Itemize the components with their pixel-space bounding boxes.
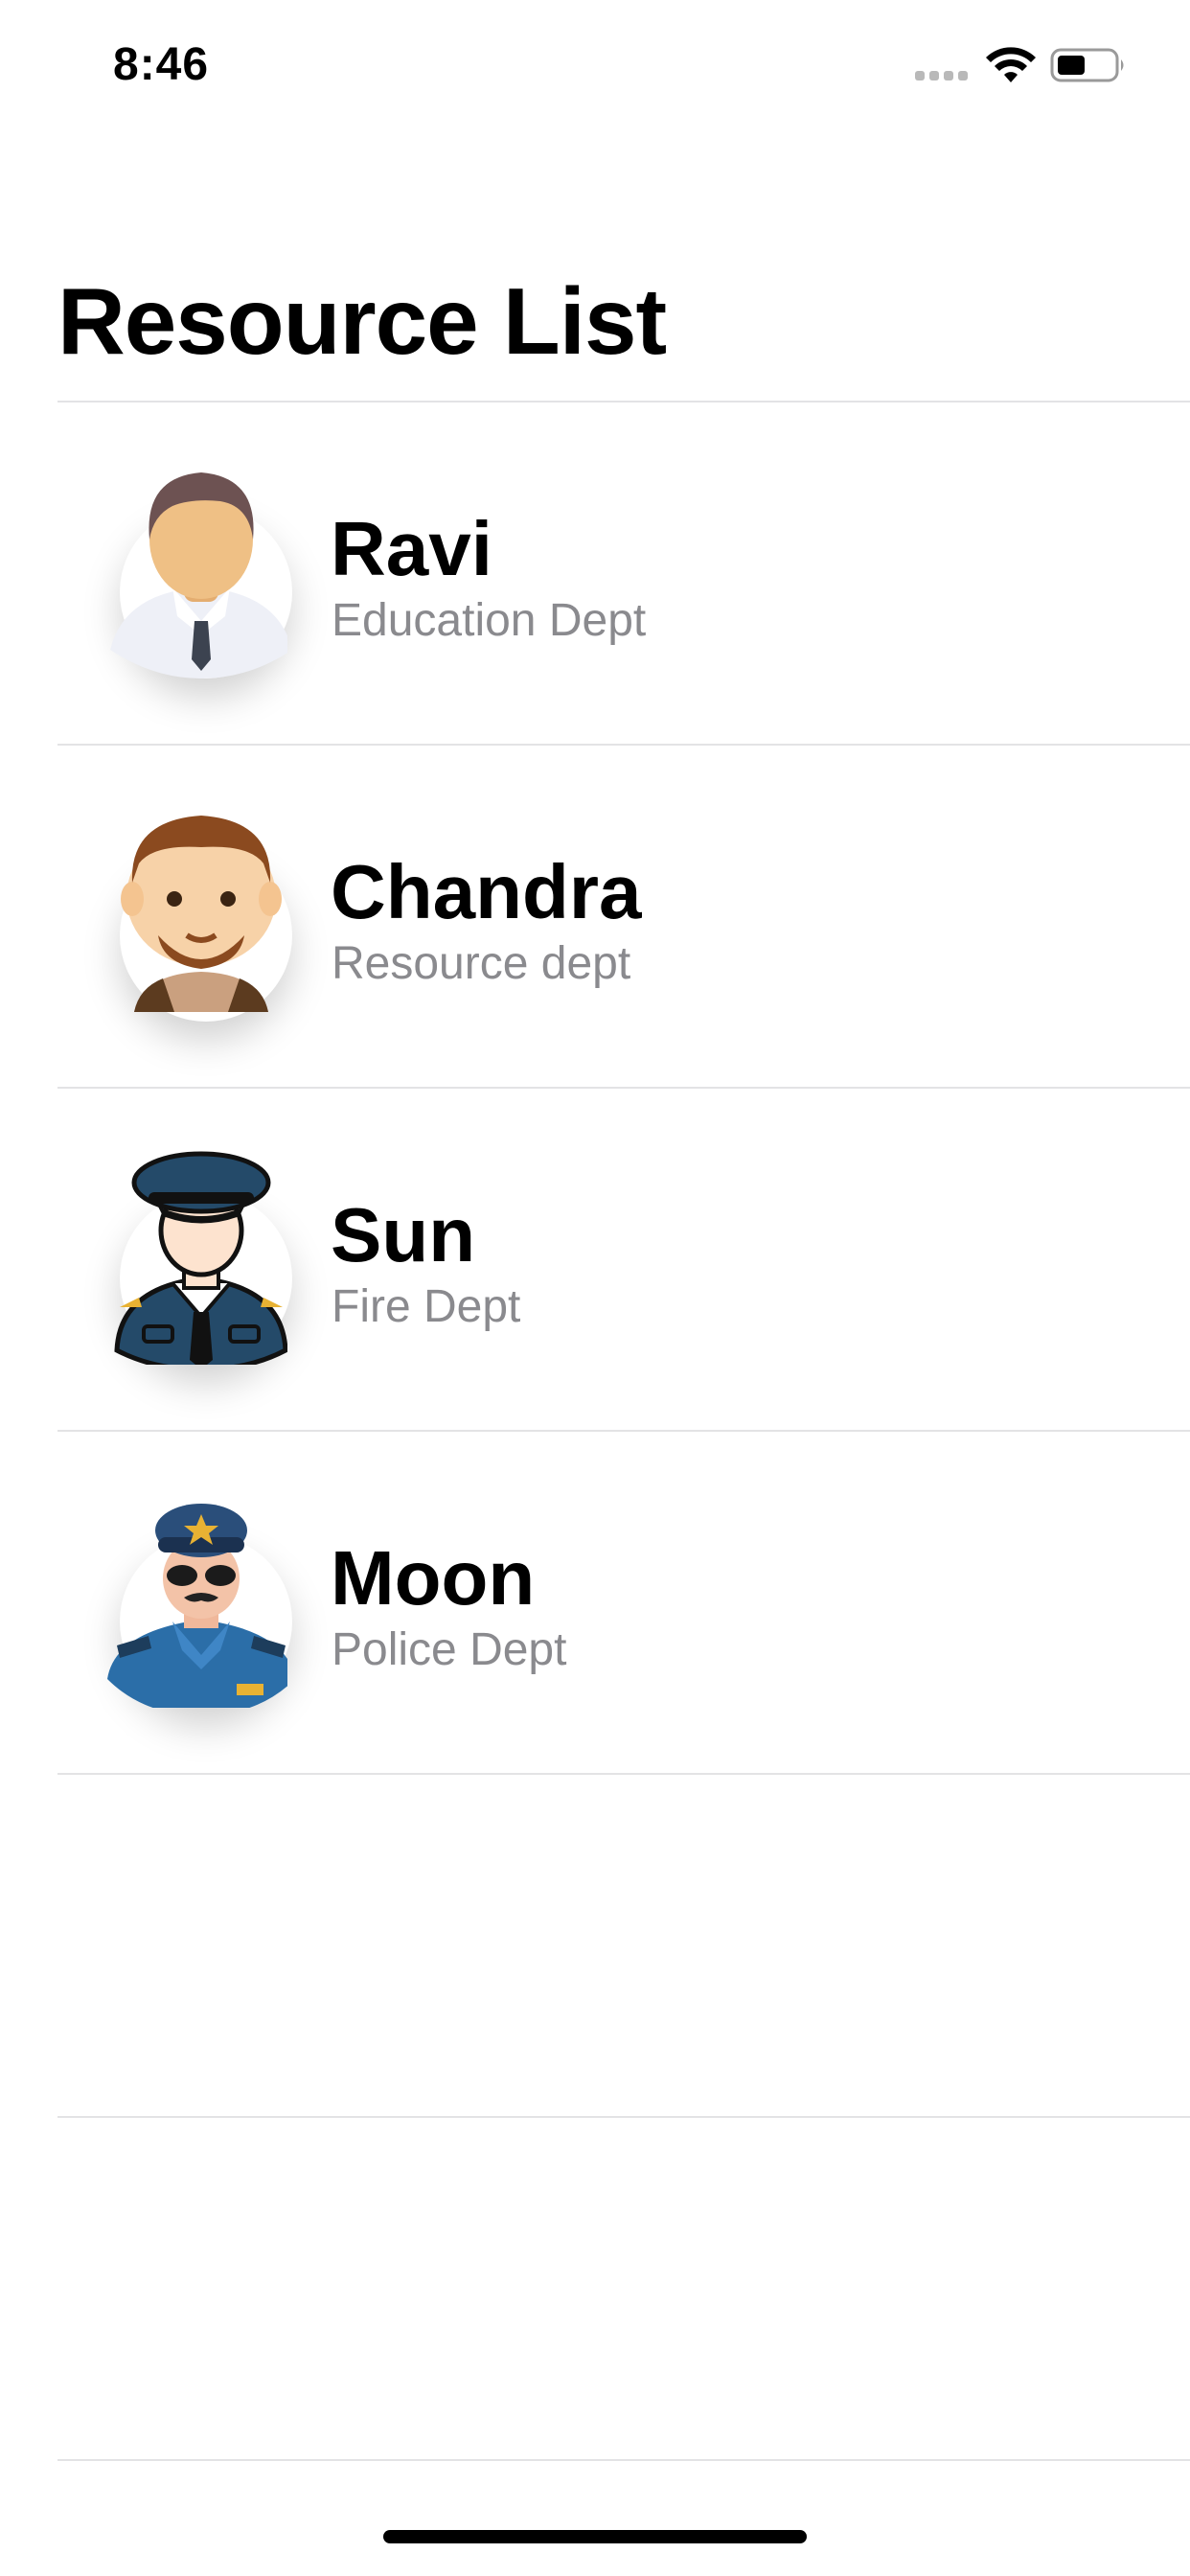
resource-name: Moon [331,1535,536,1621]
screen: 8:46 Resource List Ravi Education Dept C… [0,0,1190,2576]
resource-name: Ravi [331,506,492,591]
list-item[interactable]: Ravi Education Dept [57,402,1190,744]
resource-department: Resource dept [332,938,631,989]
list-divider [57,2459,1190,2461]
fire-officer-avatar-icon [114,1151,287,1365]
resource-name: Sun [331,1192,476,1277]
avatar [105,1478,287,1708]
cellular-signal-icon [915,71,969,80]
list-item[interactable]: Moon Police Dept [57,1432,1190,1773]
resource-department: Police Dept [332,1624,567,1675]
status-bar: 8:46 [0,0,1190,126]
avatar [105,448,287,678]
resource-name: Chandra [331,849,642,934]
battery-icon [1050,48,1124,82]
empty-row [57,1775,1190,2116]
list-item[interactable]: Sun Fire Dept [57,1089,1190,1430]
resource-list: Ravi Education Dept Chandra Resource dep… [57,401,1190,2461]
list-item[interactable]: Chandra Resource dept [57,746,1190,1087]
home-indicator[interactable] [383,2530,807,2543]
bearded-man-avatar-icon [121,816,282,1012]
avatar [105,1135,287,1365]
status-time: 8:46 [113,39,210,90]
empty-row [57,2118,1190,2459]
wifi-icon [986,47,1036,82]
page-title: Resource List [57,268,667,374]
avatar [105,792,287,1022]
police-officer-avatar-icon [107,1504,287,1708]
businessman-avatar-icon [110,472,287,678]
resource-department: Fire Dept [332,1281,521,1332]
resource-department: Education Dept [332,595,647,646]
